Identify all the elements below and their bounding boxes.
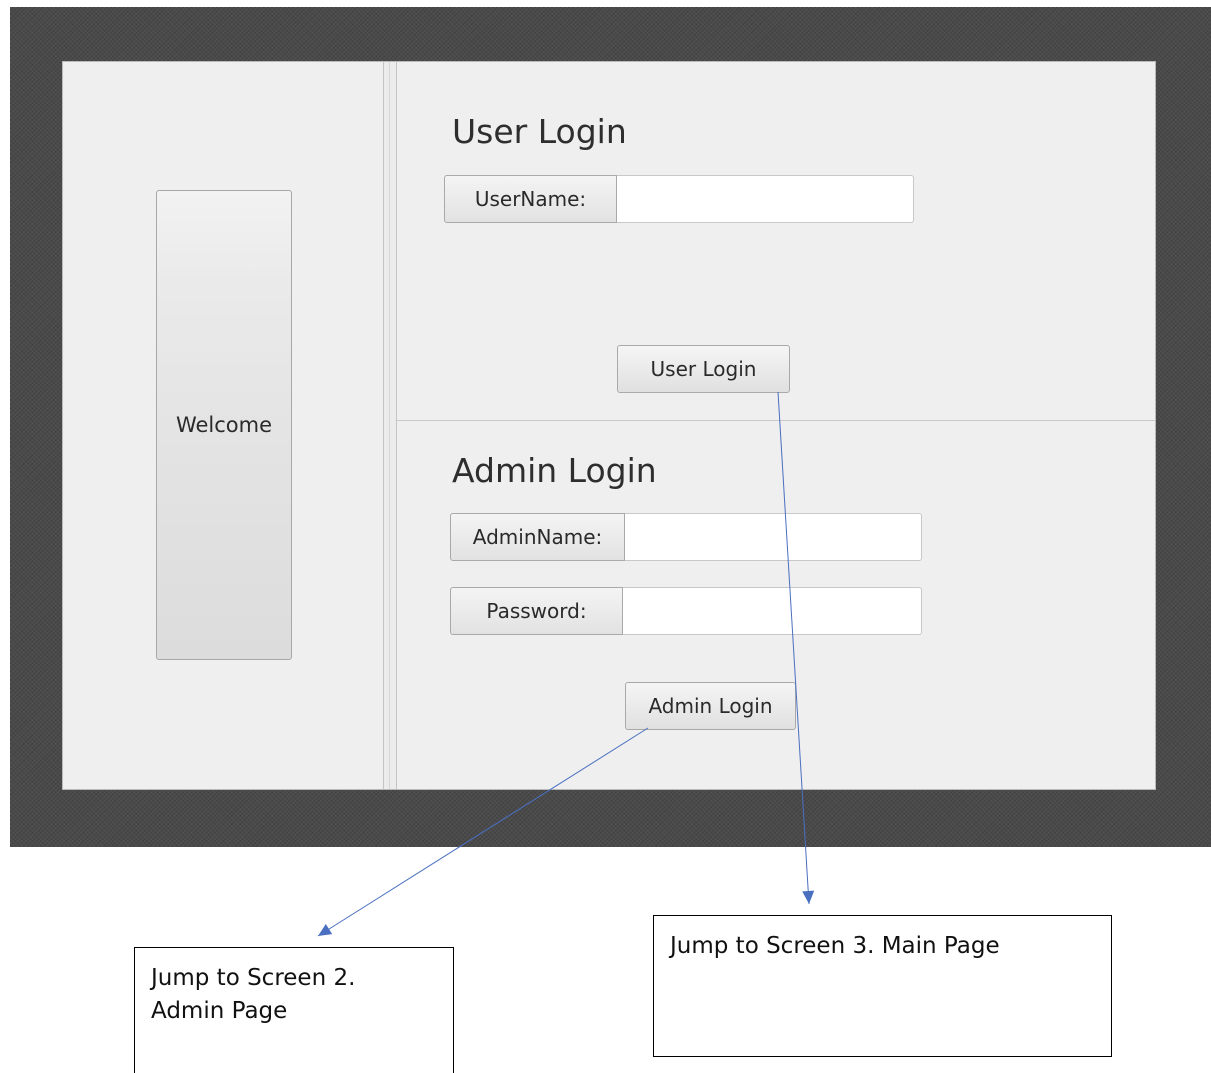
username-label[interactable]: UserName:: [444, 175, 617, 223]
admin-page-note: Jump to Screen 2. Admin Page: [134, 947, 454, 1073]
admin-login-button[interactable]: Admin Login: [625, 682, 796, 730]
username-field-row: UserName:: [444, 175, 914, 223]
admin-login-heading: Admin Login: [452, 451, 657, 490]
password-input[interactable]: [623, 587, 922, 635]
username-input[interactable]: [617, 175, 914, 223]
welcome-button[interactable]: Welcome: [156, 190, 292, 660]
user-login-arrow-head: [802, 890, 815, 904]
split-pane-divider[interactable]: [383, 62, 397, 789]
admin-login-arrow-head: [318, 923, 333, 936]
adminname-input[interactable]: [625, 513, 922, 561]
login-window: Welcome User Login UserName: User Login …: [62, 61, 1156, 790]
user-login-heading: User Login: [452, 112, 627, 151]
adminname-field-row: AdminName:: [450, 513, 922, 561]
mockup-canvas: Welcome User Login UserName: User Login …: [0, 0, 1211, 1073]
section-divider: [397, 420, 1155, 421]
password-field-row: Password:: [450, 587, 922, 635]
adminname-label[interactable]: AdminName:: [450, 513, 625, 561]
main-page-note: Jump to Screen 3. Main Page: [653, 915, 1112, 1057]
welcome-label: Welcome: [175, 413, 273, 437]
user-login-button[interactable]: User Login: [617, 345, 790, 393]
password-label[interactable]: Password:: [450, 587, 623, 635]
